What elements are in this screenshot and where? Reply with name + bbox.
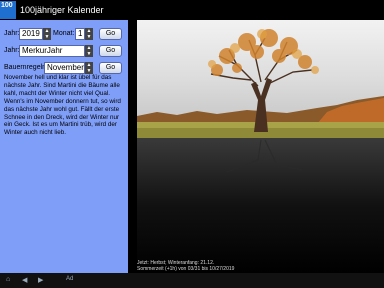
- app-title: 100jähriger Kalender: [20, 5, 104, 15]
- go-button-rules[interactable]: Go: [99, 62, 122, 74]
- go-button-date[interactable]: Go: [99, 28, 122, 40]
- farmer-rules-text: November hell und klar ist übel für das …: [4, 74, 121, 137]
- year-type-row: Jahr: MerkurJahr ▲ ▼ Go: [0, 45, 128, 57]
- bottom-bar: ⌂ ◀ ▶ Ad: [0, 273, 384, 288]
- go-button-year-type[interactable]: Go: [99, 45, 122, 57]
- year-label: Jahr:: [4, 30, 20, 37]
- year-type-select[interactable]: MerkurJahr: [19, 45, 85, 57]
- title-bar: 100 100jähriger Kalender: [0, 0, 384, 20]
- year-type-label: Jahr:: [4, 47, 20, 54]
- month-field[interactable]: 1: [75, 28, 85, 40]
- year-field[interactable]: 2019: [19, 28, 43, 40]
- year-month-row: Jahr: 2019 ▲ ▼ Monat: 1 ▲ ▼ Go: [0, 28, 128, 40]
- forward-arrow-icon[interactable]: ▶: [38, 276, 43, 284]
- back-arrow-icon[interactable]: ◀: [22, 276, 27, 284]
- autumn-tree-photo: [137, 20, 384, 273]
- sidebar: Jahr: 2019 ▲ ▼ Monat: 1 ▲ ▼ Go Jahr: Merku…: [0, 20, 128, 273]
- dst-text: Sommerzeit (+1h) von 03/31 bis 10/27/201…: [137, 266, 235, 272]
- home-icon[interactable]: ⌂: [6, 276, 10, 283]
- rules-chevron-icon[interactable]: ▲ ▼: [85, 62, 93, 74]
- rules-row: Bauernregeln: November ▲ ▼ Go: [0, 62, 128, 74]
- month-label: Monat:: [53, 30, 75, 37]
- month-stepper[interactable]: ▲ ▼: [85, 28, 93, 40]
- rules-select[interactable]: November: [44, 62, 85, 74]
- app-logo-icon: 100: [0, 1, 16, 19]
- season-info: Jetzt: Herbst; Winteranfang: 21.12. Somm…: [137, 260, 234, 272]
- ad-label[interactable]: Ad: [66, 276, 73, 282]
- year-type-chevron-icon[interactable]: ▲ ▼: [85, 45, 93, 57]
- rules-label: Bauernregeln:: [4, 64, 48, 71]
- year-stepper[interactable]: ▲ ▼: [43, 28, 51, 40]
- tree-image: [137, 20, 384, 273]
